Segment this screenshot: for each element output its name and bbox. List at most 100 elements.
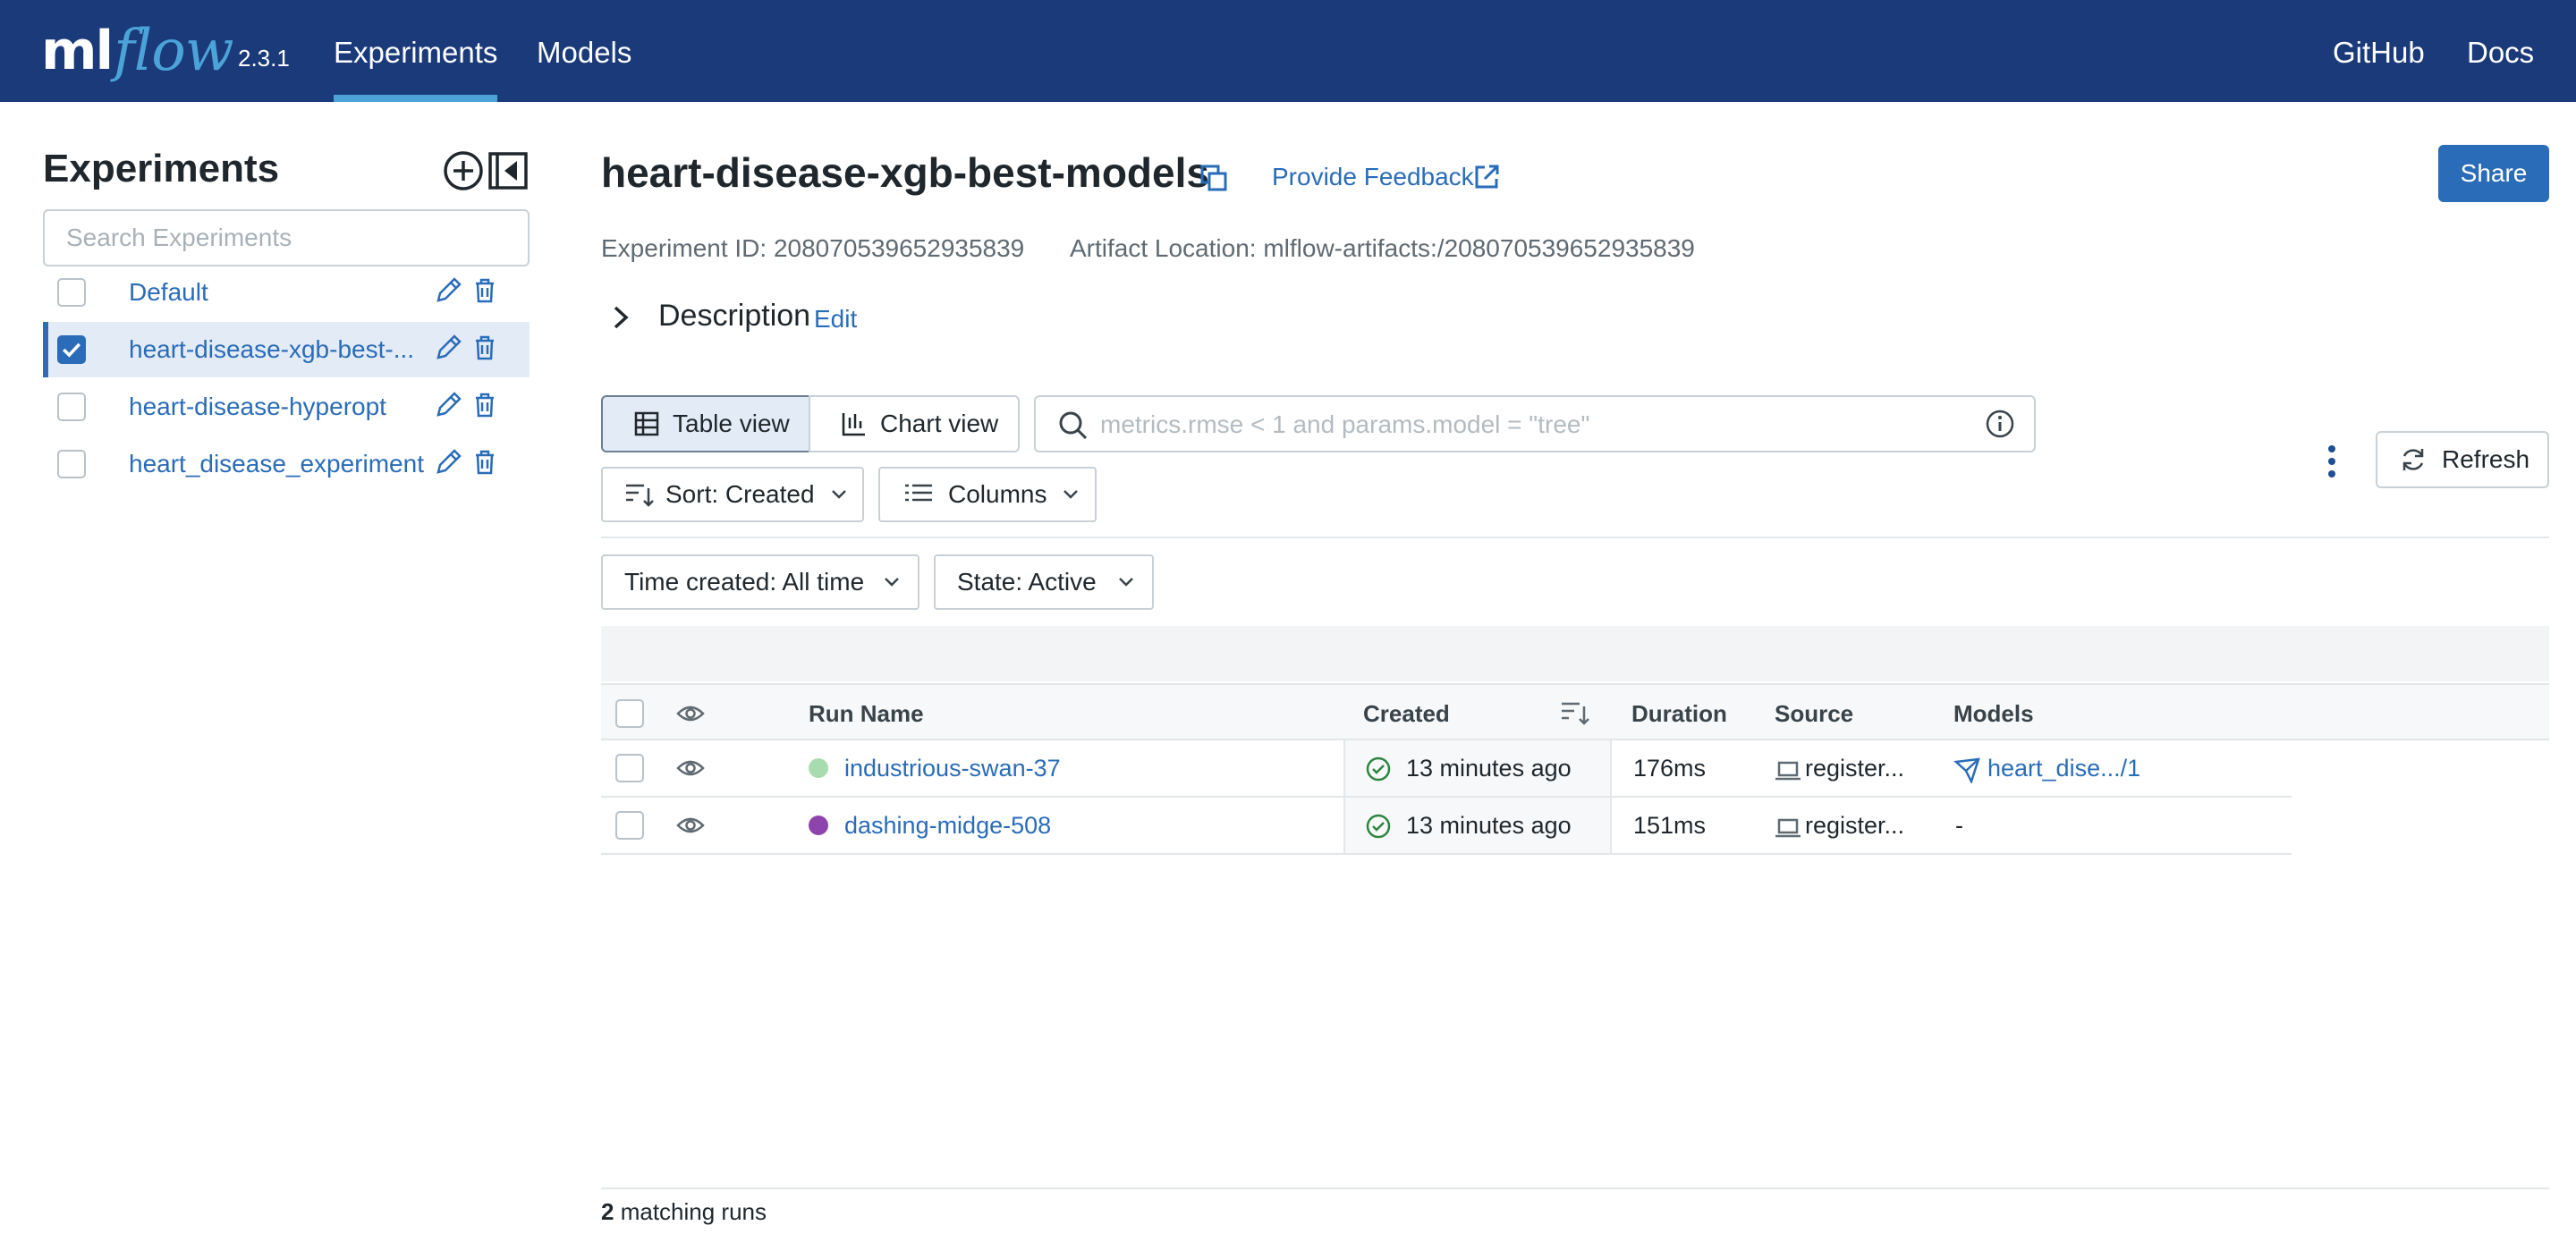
info-icon[interactable] [1984, 408, 2016, 440]
run-color-dot[interactable] [809, 758, 828, 778]
chevron-down-icon [1063, 490, 1079, 499]
table-row[interactable]: dashing-midge-508 13 minutes ago 151ms r… [601, 798, 2292, 855]
experiment-id: Experiment ID: 208070539652935839 [601, 234, 1025, 262]
time-created-dropdown[interactable]: Time created: All time [601, 554, 919, 610]
columns-dropdown[interactable]: Columns [878, 467, 1097, 522]
nav-link-github[interactable]: GitHub [2333, 0, 2425, 102]
eye-icon[interactable] [676, 703, 705, 724]
run-name-link[interactable]: industrious-swan-37 [844, 740, 1061, 796]
registered-model-link[interactable]: heart_dise.../1 [1987, 740, 2140, 796]
table-view-label: Table view [673, 410, 790, 437]
experiment-link[interactable]: heart-disease-xgb-best-... [129, 322, 414, 377]
nav-link-docs[interactable]: Docs [2467, 0, 2534, 102]
sidebar-item-default[interactable]: Default [43, 265, 530, 320]
copy-icon[interactable] [1199, 163, 1229, 193]
column-header-run-name[interactable]: Run Name [809, 685, 924, 742]
edit-icon[interactable] [433, 447, 463, 478]
run-filter-input[interactable] [1100, 408, 1959, 442]
select-all-checkbox[interactable] [615, 699, 644, 728]
registered-model-empty: - [1955, 812, 1963, 839]
eye-icon[interactable] [676, 757, 705, 779]
experiment-link[interactable]: heart_disease_experiment [129, 436, 424, 492]
time-created-label: Time created: All time [624, 568, 865, 596]
check-circle-icon [1366, 756, 1391, 782]
laptop-icon [1775, 761, 1801, 781]
trash-icon[interactable] [472, 392, 497, 418]
chevron-down-icon [885, 578, 900, 587]
table-row[interactable]: industrious-swan-37 13 minutes ago 176ms… [601, 740, 2292, 798]
sidebar-item-heart-disease-hyperopt[interactable]: heart-disease-hyperopt [43, 379, 530, 435]
refresh-button[interactable]: Refresh [2376, 431, 2549, 488]
laptop-icon [1775, 818, 1801, 838]
sidebar-item-heart-disease-experiment[interactable]: heart_disease_experiment [43, 436, 530, 492]
experiment-checkbox[interactable] [57, 278, 86, 307]
chevron-right-icon[interactable] [608, 302, 633, 333]
sort-descending-icon[interactable] [1560, 699, 1590, 726]
matching-runs-footer: 2 matching runs [601, 1198, 767, 1226]
run-duration: 176ms [1633, 755, 1707, 782]
created-time: 13 minutes ago [1406, 812, 1572, 839]
created-time: 13 minutes ago [1406, 755, 1572, 782]
trash-icon[interactable] [472, 277, 497, 304]
external-link-icon[interactable] [1472, 163, 1501, 191]
run-source[interactable]: register... [1805, 740, 1904, 796]
nav-tab-experiments[interactable]: Experiments [334, 0, 498, 102]
more-options-icon[interactable] [2318, 444, 2345, 479]
chart-view-button[interactable]: Chart view [809, 395, 1020, 452]
edit-icon[interactable] [433, 390, 463, 420]
state-dropdown[interactable]: State: Active [934, 554, 1154, 610]
chevron-down-icon [1118, 578, 1133, 587]
run-name-link[interactable]: dashing-midge-508 [844, 798, 1051, 853]
column-header-duration[interactable]: Duration [1631, 685, 1727, 742]
table-icon [634, 411, 659, 436]
row-checkbox[interactable] [615, 811, 644, 840]
run-duration: 151ms [1633, 812, 1707, 839]
experiment-link[interactable]: Default [129, 265, 208, 320]
column-header-source[interactable]: Source [1775, 685, 1853, 742]
share-button[interactable]: Share [2438, 145, 2549, 202]
footer-divider [601, 1188, 2549, 1189]
sort-label: Sort: Created [665, 480, 815, 508]
column-header-models[interactable]: Models [1953, 685, 2034, 742]
created-cell: 13 minutes ago [1343, 740, 1612, 796]
table-header-row: Run Name Created Duration Source Models [601, 683, 2549, 740]
table-view-button[interactable]: Table view [601, 395, 810, 452]
provide-feedback-link[interactable]: Provide Feedback [1272, 163, 1474, 191]
controls-divider [601, 537, 2549, 538]
chart-icon [842, 413, 865, 436]
sort-dropdown[interactable]: Sort: Created [601, 467, 864, 522]
collapse-sidebar-icon[interactable] [487, 150, 530, 191]
list-icon [905, 484, 932, 502]
matching-runs-count: 2 [601, 1198, 614, 1225]
logo-ml-text: ml [41, 20, 114, 82]
search-icon [1059, 411, 1088, 440]
experiment-checkbox[interactable] [57, 450, 86, 478]
mlflow-logo[interactable]: ml flow [41, 20, 234, 82]
run-color-dot[interactable] [809, 816, 828, 835]
experiment-checkbox[interactable] [57, 335, 86, 364]
run-source[interactable]: register... [1805, 798, 1904, 853]
row-checkbox[interactable] [615, 754, 644, 782]
trash-icon[interactable] [472, 334, 497, 361]
experiment-link[interactable]: heart-disease-hyperopt [129, 379, 386, 435]
add-experiment-icon[interactable] [442, 150, 485, 191]
state-label: State: Active [957, 568, 1097, 596]
page-title: heart-disease-xgb-best-models [601, 149, 1209, 196]
nav-tab-models[interactable]: Models [537, 0, 631, 102]
sidebar-title: Experiments [43, 147, 280, 190]
created-cell: 13 minutes ago [1343, 798, 1612, 853]
trash-icon[interactable] [472, 449, 497, 476]
search-experiments-input[interactable] [43, 209, 530, 266]
edit-icon[interactable] [433, 275, 463, 306]
column-header-created[interactable]: Created [1363, 685, 1450, 742]
sidebar-item-heart-disease-xgb-best-models[interactable]: heart-disease-xgb-best-... [43, 322, 530, 377]
description-label: Description [658, 299, 811, 333]
experiment-checkbox[interactable] [57, 393, 86, 421]
columns-label: Columns [948, 480, 1047, 508]
run-filter-box[interactable] [1034, 395, 2036, 452]
eye-icon[interactable] [676, 815, 705, 836]
edit-icon[interactable] [433, 333, 463, 363]
description-edit-link[interactable]: Edit [814, 305, 857, 334]
refresh-icon [2402, 449, 2424, 470]
refresh-label: Refresh [2442, 445, 2530, 473]
